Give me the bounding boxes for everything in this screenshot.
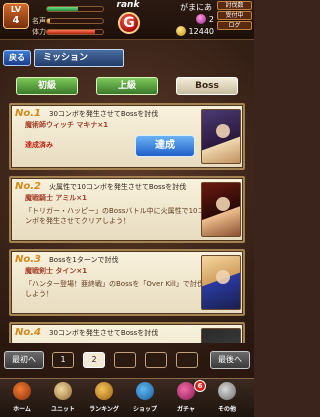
page-button-2[interactable]: 2 — [83, 352, 105, 368]
mission-reward: 魔戦剣士 タイン×1 — [25, 267, 88, 275]
side-badge-log[interactable]: ログ — [217, 21, 252, 30]
mission-title: 30コンボを発生させてBossを討伐 — [49, 110, 159, 118]
page-button-3[interactable] — [114, 352, 136, 368]
mission-number: No.1 — [15, 108, 41, 119]
ranking-icon — [95, 382, 113, 400]
mission-screen: LV 4 名声 体力 rank G がまにあ 2 12440 討伐数 受付中 ロ… — [0, 0, 254, 417]
reward-portrait — [201, 328, 241, 343]
nav-other[interactable]: その他 — [207, 380, 247, 417]
achieve-button[interactable]: 達成 — [135, 135, 195, 157]
portrait-face — [216, 270, 230, 284]
nav-label: ランキング — [89, 406, 119, 413]
reward-portrait — [201, 182, 241, 237]
gem-count: 2 — [152, 13, 214, 25]
nav-unit[interactable]: ユニット — [43, 380, 83, 417]
mission-number: No.2 — [15, 181, 41, 192]
nav-label: ユニット — [50, 406, 75, 413]
gacha-badge: 6 — [194, 380, 206, 392]
rank-label: rank — [116, 0, 140, 10]
difficulty-tabs: 初級 上級 Boss — [0, 75, 254, 97]
exp-row — [32, 4, 104, 13]
nav-label: ショップ — [132, 406, 157, 413]
back-button[interactable]: 戻る — [3, 50, 31, 66]
rank-value: G — [118, 12, 140, 34]
mission-description: 「ハンター登場！亜終戦」のBossを「Over Kill」で討伐しよう！ — [25, 280, 204, 298]
nav-shop[interactable]: ショップ — [125, 380, 165, 417]
status-bar: LV 4 名声 体力 rank G がまにあ 2 12440 討伐数 受付中 ロ… — [0, 0, 254, 40]
stamina-label: 体力 — [32, 27, 46, 36]
fame-row: 名声 — [32, 16, 104, 25]
nav-label: ホーム — [13, 406, 31, 413]
mission-list[interactable]: No.1 30コンボを発生させてBossを討伐 魔術師ウィッチ マキナ×1 達成… — [9, 103, 245, 343]
coin-count: 12440 — [152, 25, 214, 37]
side-badges: 討伐数 受付中 ログ — [217, 1, 252, 31]
last-page-button[interactable]: 最後へ — [210, 351, 250, 369]
first-page-button[interactable]: 最初へ — [4, 351, 44, 369]
other-icon — [218, 382, 236, 400]
fame-bar — [46, 17, 104, 24]
mission-card: No.2 火属性で10コンボを発生させてBossを討伐 魔戦騎士 アミル×1 「… — [9, 176, 245, 243]
stamina-bar — [46, 28, 104, 35]
bottom-nav: ホーム ユニット ランキング ショップ 6 ガチャ その他 — [0, 378, 254, 417]
page-button-4[interactable] — [145, 352, 167, 368]
shop-icon — [136, 382, 154, 400]
nav-label: その他 — [217, 406, 236, 413]
stamina-bar-fill — [47, 29, 95, 34]
mission-title: Bossを1ターンで討伐 — [49, 256, 119, 264]
player-info: がまにあ 2 12440 — [152, 2, 214, 37]
mission-title: 30コンボを発生させてBossを討伐 — [49, 329, 159, 337]
nav-gacha[interactable]: 6 ガチャ — [166, 380, 206, 417]
home-icon — [13, 382, 31, 400]
coin-value: 12440 — [188, 26, 214, 36]
gacha-icon — [177, 382, 195, 400]
mission-title: 火属性で10コンボを発生させてBossを討伐 — [49, 183, 187, 191]
page-button-1[interactable]: 1 — [52, 352, 74, 368]
portrait-face — [216, 124, 230, 138]
fame-bar-fill — [47, 18, 50, 23]
level-badge: LV 4 — [3, 3, 29, 29]
gem-value: 2 — [208, 14, 214, 24]
page-button-5[interactable] — [176, 352, 198, 368]
nav-label: ガチャ — [177, 406, 195, 413]
fame-label: 名声 — [32, 16, 46, 25]
side-badge-defeat[interactable]: 討伐数 — [217, 1, 252, 10]
pagination: 最初へ 1 2 最後へ — [0, 349, 254, 371]
mission-description: 「トリガー・ハッピー」のBossバトル中に火属性で10コンボを発生させてクリアし… — [25, 207, 205, 225]
side-badge-accepting[interactable]: 受付中 — [217, 11, 252, 20]
coin-icon — [175, 26, 186, 36]
header: 戻る ミッション — [0, 47, 254, 69]
mission-card: No.3 Bossを1ターンで討伐 魔戦剣士 タイン×1 「ハンター登場！亜終戦… — [9, 249, 245, 316]
mission-card: No.4 30コンボを発生させてBossを討伐 — [9, 322, 245, 343]
reward-portrait — [201, 109, 241, 164]
mission-card: No.1 30コンボを発生させてBossを討伐 魔術師ウィッチ マキナ×1 達成… — [9, 103, 245, 170]
mission-status: 達成済み — [25, 141, 53, 149]
level-label: LV — [10, 5, 22, 14]
nav-home[interactable]: ホーム — [2, 380, 42, 417]
gem-icon — [195, 14, 206, 24]
tab-beginner[interactable]: 初級 — [16, 77, 78, 95]
stamina-row: 体力 — [32, 27, 104, 36]
mission-reward: 魔術師ウィッチ マキナ×1 — [25, 121, 109, 129]
tab-boss[interactable]: Boss — [176, 77, 238, 95]
portrait-face — [216, 197, 230, 211]
exp-bar — [46, 5, 104, 12]
unit-icon — [54, 382, 72, 400]
nav-ranking[interactable]: ランキング — [84, 380, 124, 417]
rank-emblem: rank G — [108, 0, 148, 40]
tab-advanced[interactable]: 上級 — [96, 77, 158, 95]
mission-number: No.3 — [15, 254, 41, 265]
player-name: がまにあ — [180, 3, 212, 12]
page-title: ミッション — [34, 49, 124, 67]
mission-number: No.4 — [15, 327, 41, 338]
reward-portrait — [201, 255, 241, 310]
mission-reward: 魔戦騎士 アミル×1 — [25, 194, 88, 202]
exp-bar-fill — [47, 6, 78, 11]
level-value: 4 — [12, 15, 20, 26]
